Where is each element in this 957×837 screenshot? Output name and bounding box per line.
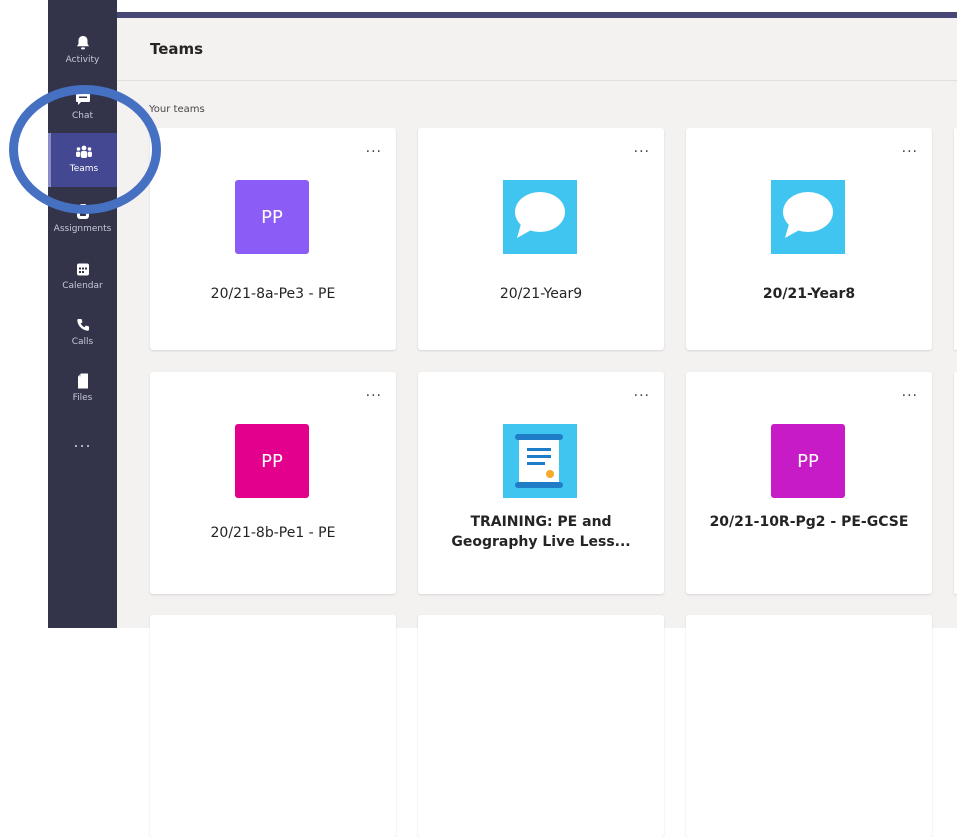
rail-item-label: Calendar bbox=[62, 281, 103, 291]
team-avatar: PP bbox=[235, 180, 309, 254]
more-options-icon[interactable]: ... bbox=[366, 140, 382, 156]
rail-item-label: Teams bbox=[69, 164, 99, 174]
rail-item-label: Chat bbox=[71, 111, 94, 121]
team-card[interactable] bbox=[150, 615, 396, 837]
chat-icon bbox=[75, 88, 91, 110]
rail-item-files[interactable]: Files bbox=[48, 362, 117, 418]
rail-item-label: Assignments bbox=[53, 224, 112, 234]
rail-item-assignments[interactable]: Assignments bbox=[48, 193, 117, 249]
team-name: 20/21-Year8 bbox=[762, 286, 856, 302]
page-title: Teams bbox=[150, 40, 204, 58]
rail-item-calendar[interactable]: Calendar bbox=[48, 250, 117, 306]
team-card[interactable]: ... 20/21-Year8 bbox=[686, 128, 932, 350]
team-name: 20/21-Year9 bbox=[499, 286, 583, 302]
phone-icon bbox=[76, 314, 90, 336]
rail-item-calls[interactable]: Calls bbox=[48, 306, 117, 362]
teams-icon bbox=[75, 141, 93, 163]
team-card[interactable]: ... TRAINING: PE and Geography Live Less… bbox=[418, 372, 664, 594]
more-options-icon[interactable]: ... bbox=[634, 140, 650, 156]
teams-main-panel: Teams Your teams ... PP 20/21-8a-Pe3 - P… bbox=[117, 18, 957, 837]
team-card[interactable]: ... PP 20/21-8a-Pe3 - PE bbox=[150, 128, 396, 350]
team-avatar: PP bbox=[235, 424, 309, 498]
more-options-icon[interactable]: ... bbox=[902, 140, 918, 156]
team-name: 20/21-8b-Pe1 - PE bbox=[210, 525, 336, 541]
scroll-icon bbox=[503, 424, 577, 498]
bell-icon bbox=[76, 32, 90, 54]
rail-item-chat[interactable]: Chat bbox=[48, 80, 117, 136]
backpack-icon bbox=[76, 201, 90, 223]
app-rail: Activity Chat Teams Assignments Calendar… bbox=[48, 0, 117, 628]
team-name: 20/21-8a-Pe3 - PE bbox=[210, 286, 336, 302]
more-apps-icon[interactable]: ... bbox=[48, 432, 117, 456]
rail-item-teams[interactable]: Teams bbox=[48, 133, 117, 187]
more-options-icon[interactable]: ... bbox=[634, 384, 650, 400]
team-name: TRAINING: PE and Geography Live Less... bbox=[451, 514, 631, 550]
calendar-icon bbox=[76, 258, 90, 280]
rail-item-activity[interactable]: Activity bbox=[48, 24, 117, 80]
team-card[interactable]: ... PP 20/21-10R-Pg2 - PE-GCSE bbox=[686, 372, 932, 594]
more-options-icon[interactable]: ... bbox=[902, 384, 918, 400]
team-name: 20/21-10R-Pg2 - PE-GCSE bbox=[709, 514, 909, 530]
rail-item-label: Files bbox=[72, 393, 93, 403]
rail-item-label: Activity bbox=[65, 55, 100, 65]
more-options-icon[interactable]: ... bbox=[366, 384, 382, 400]
speech-bubble-icon bbox=[503, 180, 577, 254]
speech-bubble-icon bbox=[771, 180, 845, 254]
page-header: Teams bbox=[117, 18, 957, 81]
team-card[interactable]: ... 20/21-Year9 bbox=[418, 128, 664, 350]
rail-item-label: Calls bbox=[71, 337, 94, 347]
file-icon bbox=[77, 370, 89, 392]
team-card[interactable] bbox=[418, 615, 664, 837]
team-card[interactable] bbox=[686, 615, 932, 837]
team-avatar: PP bbox=[771, 424, 845, 498]
section-label-your-teams: Your teams bbox=[149, 104, 205, 115]
team-card[interactable]: ... PP 20/21-8b-Pe1 - PE bbox=[150, 372, 396, 594]
